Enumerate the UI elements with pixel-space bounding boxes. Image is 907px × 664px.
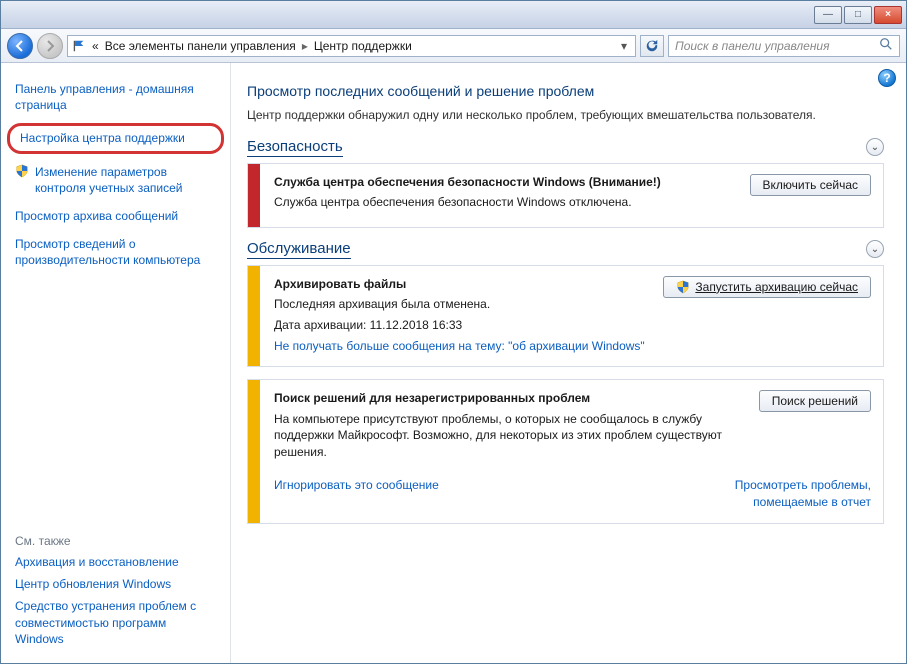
run-backup-label: Запустить архивацию сейчас <box>695 280 858 294</box>
crumb-action-center[interactable]: Центр поддержки <box>314 39 412 53</box>
crumb-all-items[interactable]: Все элементы панели управления <box>105 39 296 53</box>
crumb-prefix: « <box>92 39 99 53</box>
sidebar-home-link[interactable]: Панель управления - домашняя страница <box>15 81 216 113</box>
titlebar: — □ × <box>1 1 906 29</box>
view-problems-link[interactable]: Просмотреть проблемы, помещаемые в отчет <box>671 477 871 511</box>
find-solutions-button[interactable]: Поиск решений <box>759 390 871 412</box>
address-dropdown-icon[interactable]: ▾ <box>617 39 631 53</box>
sidebar-uac-label: Изменение параметров контроля учетных за… <box>35 164 216 196</box>
ignore-message-link[interactable]: Игнорировать это сообщение <box>274 477 439 494</box>
search-icon <box>879 37 893 54</box>
sidebar-windows-update-link[interactable]: Центр обновления Windows <box>15 576 216 592</box>
backup-card-title: Архивировать файлы <box>274 276 651 292</box>
search-input[interactable]: Поиск в панели управления <box>668 35 900 57</box>
navbar: « Все элементы панели управления ▸ Центр… <box>1 29 906 63</box>
see-also-section: См. также Архивация и восстановление Цен… <box>15 534 216 653</box>
backup-card-desc: Последняя архивация была отменена. <box>274 296 651 313</box>
solutions-card-desc: На компьютере присутствуют проблемы, о к… <box>274 411 747 461</box>
page-subtext: Центр поддержки обнаружил одну или неско… <box>247 107 884 124</box>
maximize-button[interactable]: □ <box>844 6 872 24</box>
page-title: Просмотр последних сообщений и решение п… <box>247 83 884 99</box>
annotation-highlight: Настройка центра поддержки <box>7 123 224 153</box>
sidebar: Панель управления - домашняя страница На… <box>1 63 231 663</box>
sidebar-configure-link[interactable]: Настройка центра поддержки <box>20 130 211 146</box>
sidebar-archive-link[interactable]: Просмотр архива сообщений <box>15 208 216 224</box>
body: Панель управления - домашняя страница На… <box>1 63 906 663</box>
sidebar-performance-link[interactable]: Просмотр сведений о производительности к… <box>15 236 216 268</box>
nav-forward-button[interactable] <box>37 33 63 59</box>
security-card-desc: Служба центра обеспечения безопасности W… <box>274 194 738 211</box>
minimize-button[interactable]: — <box>814 6 842 24</box>
shield-icon <box>15 164 29 178</box>
shield-icon <box>676 280 690 294</box>
sidebar-uac-link[interactable]: Изменение параметров контроля учетных за… <box>15 164 216 196</box>
enable-now-button[interactable]: Включить сейчас <box>750 174 871 196</box>
nav-back-button[interactable] <box>7 33 33 59</box>
section-security-label: Безопасность <box>247 138 343 157</box>
sidebar-backup-link[interactable]: Архивация и восстановление <box>15 554 216 570</box>
section-maintenance-header[interactable]: Обслуживание ⌄ <box>247 240 884 259</box>
backup-card-date: Дата архивации: 11.12.2018 16:33 <box>274 317 651 334</box>
solutions-card: Поиск решений для незарегистрированных п… <box>247 379 884 523</box>
refresh-button[interactable] <box>640 35 664 57</box>
close-button[interactable]: × <box>874 6 902 24</box>
chevron-right-icon: ▸ <box>302 39 308 53</box>
see-also-heading: См. также <box>15 534 216 548</box>
run-backup-button[interactable]: Запустить архивацию сейчас <box>663 276 871 298</box>
flag-icon <box>72 39 86 53</box>
severity-stripe-yellow <box>248 380 260 522</box>
security-card-title: Служба центра обеспечения безопасности W… <box>274 174 738 190</box>
backup-suppress-link[interactable]: Не получать больше сообщения на тему: "о… <box>274 338 651 355</box>
window-frame: — □ × « Все элементы панели управления ▸… <box>0 0 907 664</box>
help-icon[interactable]: ? <box>878 69 896 87</box>
section-security-header[interactable]: Безопасность ⌄ <box>247 138 884 157</box>
content-area: ? Просмотр последних сообщений и решение… <box>231 63 906 663</box>
chevron-down-icon[interactable]: ⌄ <box>866 138 884 156</box>
severity-stripe-red <box>248 164 260 227</box>
security-card: Служба центра обеспечения безопасности W… <box>247 163 884 228</box>
solutions-card-title: Поиск решений для незарегистрированных п… <box>274 390 747 406</box>
search-placeholder: Поиск в панели управления <box>675 39 830 53</box>
sidebar-compat-link[interactable]: Средство устранения проблем с совместимо… <box>15 598 216 647</box>
backup-card: Архивировать файлы Последняя архивация б… <box>247 265 884 368</box>
chevron-down-icon[interactable]: ⌄ <box>866 240 884 258</box>
severity-stripe-yellow <box>248 266 260 367</box>
address-bar[interactable]: « Все элементы панели управления ▸ Центр… <box>67 35 636 57</box>
section-maintenance-label: Обслуживание <box>247 240 351 259</box>
